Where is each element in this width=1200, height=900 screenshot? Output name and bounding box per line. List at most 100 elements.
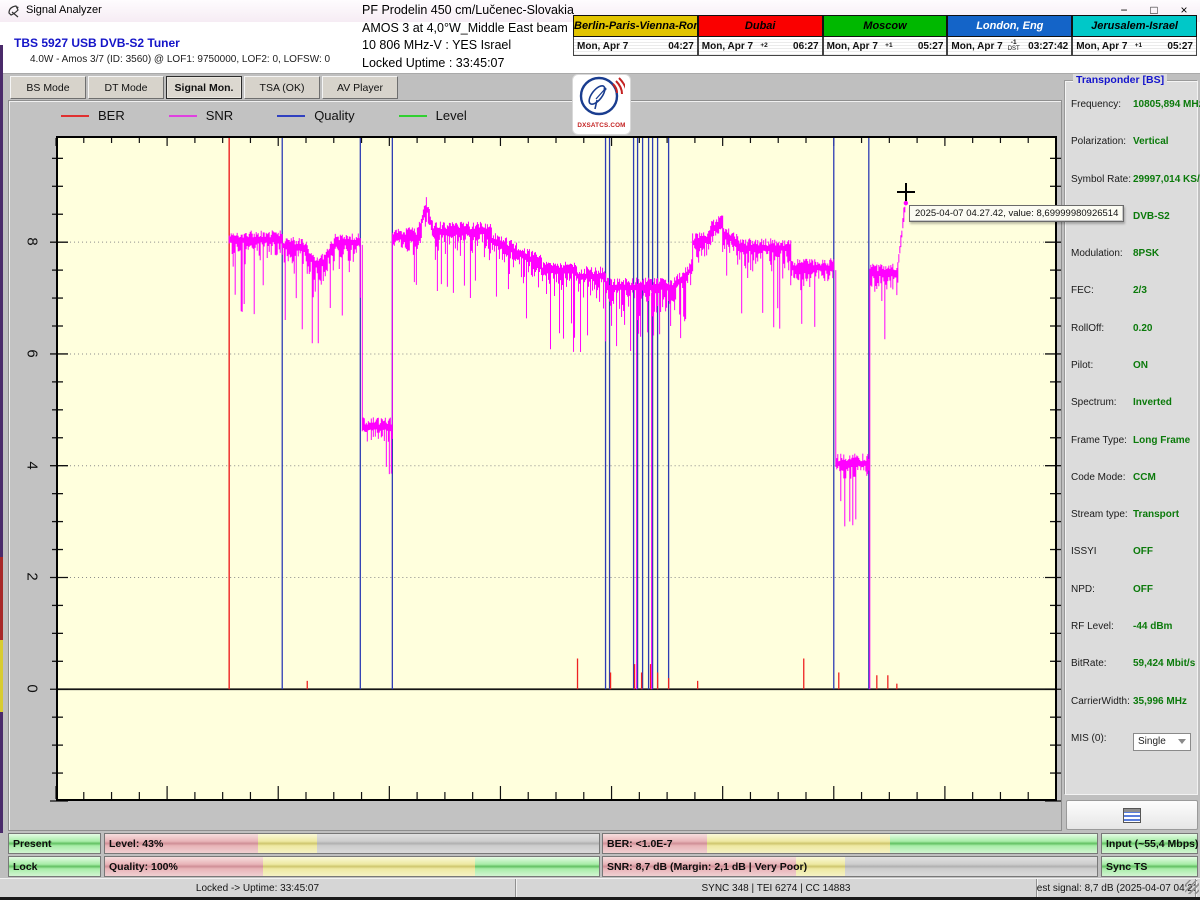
site-line-3: 10 806 MHz-V : YES Israel: [362, 37, 574, 55]
transponder-label: ISSYI: [1071, 546, 1133, 557]
transponder-label: Symbol Rate:: [1071, 174, 1133, 185]
clock-berlin-paris-vienna-roma: Berlin-Paris-Vienna-RomaMon, Apr 704:27: [573, 15, 698, 57]
table-icon: [1123, 808, 1141, 823]
site-line-4: Locked Uptime : 33:45:07: [362, 55, 574, 73]
clock-time: 05:27: [1167, 41, 1193, 52]
legend-label: Quality: [314, 108, 354, 123]
meter-label: Present: [13, 838, 52, 850]
transponder-label: Frame Type:: [1071, 435, 1133, 446]
clock-utc-offset: +1: [1130, 43, 1146, 50]
y-tick-label: 6: [24, 340, 41, 366]
chart-legend: BER SNR Quality Level: [61, 108, 467, 123]
meter-segment-yellow: [258, 834, 317, 853]
transponder-row: Modulation:8PSK: [1065, 248, 1197, 259]
clock-time-row: Mon, Apr 7+105:27: [1072, 37, 1197, 56]
clock-utc-offset: +1: [881, 43, 897, 50]
transponder-label: Stream type:: [1071, 509, 1133, 520]
clock-city-label: Dubai: [698, 15, 823, 37]
legend-item-level: Level: [399, 108, 467, 123]
clock-moscow: MoscowMon, Apr 7+105:27: [823, 15, 948, 57]
legend-label: Level: [436, 108, 467, 123]
meter-bar: Lock: [8, 856, 101, 877]
statusbar-section: Locked -> Uptime: 33:45:07: [0, 879, 516, 898]
signal-plot[interactable]: 2025-04-07 04.27.42, value: 8,6999998092…: [56, 136, 1057, 801]
satellite-app-icon: [7, 4, 21, 18]
signal-analyzer-window: Signal Analyzer − □ × TBS 5927 USB DVB-S…: [0, 0, 1200, 900]
transponder-row: NPD:OFF: [1065, 584, 1197, 595]
transponder-row: Frequency:10805,894 MHz: [1065, 99, 1197, 110]
chart-capture-button[interactable]: [1066, 800, 1198, 830]
tab-tsa-ok-[interactable]: TSA (OK): [244, 76, 320, 99]
transponder-row: Code Mode:CCM: [1065, 472, 1197, 483]
transponder-label: CarrierWidth:: [1071, 696, 1133, 707]
clock-time: 06:27: [793, 41, 819, 52]
tab-av-player[interactable]: AV Player: [322, 76, 398, 99]
tab-strip: BS ModeDT ModeSignal Mon.TSA (OK)AV Play…: [10, 76, 398, 99]
clock-dubai: Dubai Mon, Apr 7+2 06:27: [698, 15, 823, 57]
transponder-value: CCM: [1133, 472, 1156, 483]
transponder-label: Frequency:: [1071, 99, 1133, 110]
offset-value: +1: [881, 43, 897, 50]
statusbar-section: Best signal: 8,7 dB (2025-04-07 04:23): [1037, 879, 1196, 898]
transponder-row: Polarization:Vertical: [1065, 136, 1197, 147]
meter-label: Level: 43%: [109, 838, 163, 850]
legend-item-ber: BER: [61, 108, 125, 123]
transponder-row: CarrierWidth:35,996 MHz: [1065, 696, 1197, 707]
transponder-label: FEC:: [1071, 285, 1133, 296]
clock-time: 05:27: [918, 41, 944, 52]
resize-grip[interactable]: [1185, 880, 1199, 894]
transponder-value: Inverted: [1133, 397, 1172, 408]
dxsatcs-logo: DXSATCS.COM: [572, 74, 631, 135]
transponder-value: ON: [1133, 360, 1148, 371]
legend-line-swatch: [61, 115, 89, 117]
legend-item-quality: Quality: [277, 108, 354, 123]
left-edge-strip: [0, 45, 3, 557]
transponder-value: Vertical: [1133, 136, 1169, 147]
transponder-value: OFF: [1133, 546, 1153, 557]
transponder-value: DVB-S2: [1133, 211, 1170, 222]
world-clocks: Berlin-Paris-Vienna-RomaMon, Apr 704:27D…: [573, 15, 1197, 57]
mis-dropdown[interactable]: Single: [1133, 733, 1191, 751]
clock-date: Mon, Apr 7: [702, 41, 753, 52]
tab-signal-mon-[interactable]: Signal Mon.: [166, 76, 242, 99]
transponder-value: 8PSK: [1133, 248, 1159, 259]
legend-line-swatch: [399, 115, 427, 117]
y-tick-label: 2: [24, 564, 41, 590]
tab-bs-mode[interactable]: BS Mode: [10, 76, 86, 99]
clock-time: 04:27: [668, 41, 694, 52]
value-tooltip: 2025-04-07 04.27.42, value: 8,6999998092…: [909, 205, 1124, 222]
meter-label: Lock: [13, 861, 38, 873]
transponder-row: Symbol Rate:29997,014 KS/s: [1065, 174, 1197, 185]
transponder-row: Pilot:ON: [1065, 360, 1197, 371]
left-edge-strip: [0, 557, 3, 640]
tab-dt-mode[interactable]: DT Mode: [88, 76, 164, 99]
y-axis-labels: 02468: [19, 136, 45, 801]
clock-utc-offset: +2: [756, 43, 772, 50]
y-tick-label: 8: [24, 229, 41, 255]
clock-city-label: London, Eng: [947, 15, 1072, 37]
transponder-row: Frame Type:Long Frame: [1065, 435, 1197, 446]
meter-segment-gray: [317, 834, 599, 853]
left-edge-strip: [0, 712, 3, 833]
transponder-panel: Transponder [BS] Frequency:10805,894 MHz…: [1064, 80, 1198, 795]
meter-bar: Sync TS: [1101, 856, 1198, 877]
transponder-label: Polarization:: [1071, 136, 1133, 147]
transponder-value: Transport: [1133, 509, 1179, 520]
clock-london-eng: London, EngMon, Apr 7-1DST03:27:42: [947, 15, 1072, 57]
clock-city-label: Jerusalem-Israel: [1072, 15, 1197, 37]
mis-selected-value: Single: [1138, 736, 1166, 747]
legend-label: SNR: [206, 108, 233, 123]
clock-date: Mon, Apr 7: [951, 41, 1002, 52]
clock-time-row: Mon, Apr 7+105:27: [823, 37, 948, 56]
clock-date: Mon, Apr 7: [577, 41, 628, 52]
transponder-rows: Frequency:10805,894 MHz Polarization:Vert…: [1065, 91, 1197, 751]
site-line-1: PF Prodelin 450 cm/Lučenec-Slovakia: [362, 2, 574, 20]
transponder-row: RollOff:0.20: [1065, 323, 1197, 334]
legend-item-snr: SNR: [169, 108, 233, 123]
clock-city-label: Moscow: [823, 15, 948, 37]
transponder-row: Spectrum:Inverted: [1065, 397, 1197, 408]
transponder-value: 0.20: [1133, 323, 1152, 334]
satellite-dish-icon: [578, 75, 625, 119]
transponder-row: ISSYIOFF: [1065, 546, 1197, 557]
logo-text: DXSATCS.COM: [573, 122, 630, 129]
